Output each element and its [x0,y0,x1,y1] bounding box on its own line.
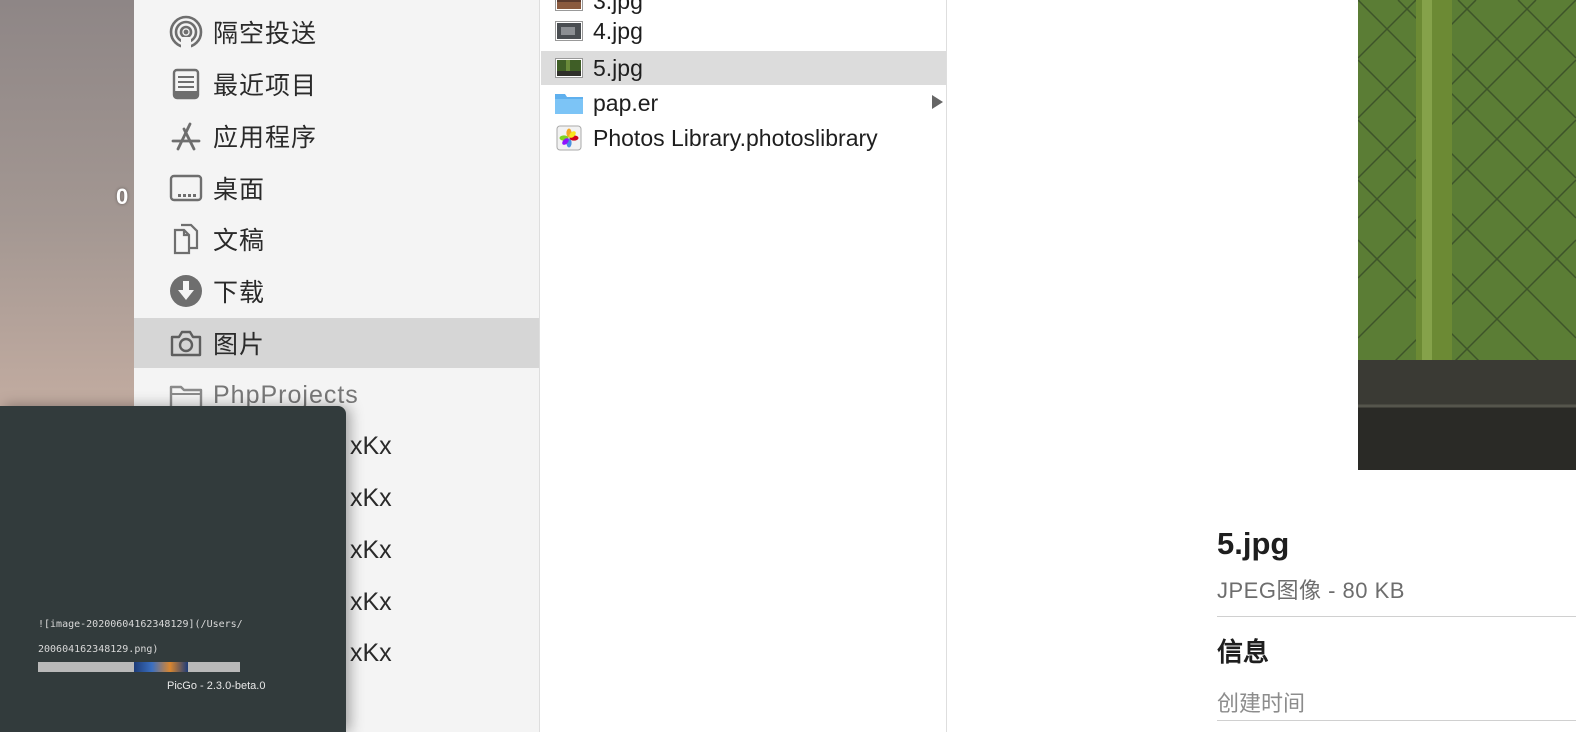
picgo-upload-popup[interactable]: ![image-20200604162348129](/Users/mrchen… [0,406,346,732]
divider [1217,616,1576,617]
image-preview [1358,0,1576,470]
sidebar-item-desktop[interactable]: 桌面 [134,163,539,213]
airdrop-icon [168,14,204,50]
divider [1217,720,1576,721]
sidebar-item-partial[interactable]: xKx [350,536,430,565]
file-row-4jpg[interactable]: 4.jpg [541,14,946,48]
sidebar-item-partial[interactable]: xKx [350,588,430,617]
sidebar-item-label: 最近项目 [213,72,318,100]
desktop-edge-label: 0 [116,184,129,209]
file-row-photos-library[interactable]: Photos Library.photoslibrary [541,121,946,155]
desktop-icon [168,170,204,206]
downloads-icon [168,273,204,309]
folder-icon [554,91,584,115]
file-list-column: 3.jpg 4.jpg 5.jpg pap.er Photos Library.… [541,0,947,732]
popup-caption: PicGo - 2.3.0-beta.0 [167,680,266,692]
sidebar-item-partial[interactable]: xKx [350,432,430,461]
sidebar-item-pictures[interactable]: 图片 [134,318,539,368]
sidebar-item-documents[interactable]: 文稿 [134,214,539,264]
jpg-thumbnail-icon [554,56,584,80]
documents-icon [168,221,204,257]
sidebar-item-label: 隔空投送 [213,20,318,48]
popup-markdown-line: ![image-20200604162348129](/Users/mrchen… [38,619,242,630]
recents-icon [168,66,204,102]
file-row-5jpg[interactable]: 5.jpg [541,51,946,85]
jpg-thumbnail-icon [554,19,584,43]
popup-markdown-line: 200604162348129.png) [38,644,159,655]
preview-filename: 5.jpg [1217,526,1290,561]
created-label: 创建时间 [1217,691,1306,716]
popup-image-strip [38,662,240,672]
sidebar-item-airdrop[interactable]: 隔空投送 [134,7,539,57]
sidebar-item-label: 文稿 [213,227,266,255]
preview-kind-size: JPEG图像 - 80 KB [1217,578,1405,603]
sidebar-item-partial[interactable]: xKx [350,484,430,513]
sidebar-item-partial[interactable]: xKx [350,639,430,668]
applications-icon [168,118,204,154]
camera-icon [168,325,204,361]
file-name: 3.jpg [593,0,643,14]
file-name: pap.er [593,89,659,116]
sidebar-item-recents[interactable]: 最近项目 [134,59,539,109]
sidebar-item-applications[interactable]: 应用程序 [134,111,539,161]
sidebar-item-label: 图片 [213,331,266,359]
sidebar-item-label: 桌面 [213,176,266,204]
file-name: 4.jpg [593,17,643,44]
file-name: Photos Library.photoslibrary [593,124,878,151]
sidebar-item-label: 下载 [213,279,266,307]
photos-library-icon [554,125,584,151]
sidebar-item-label: 应用程序 [213,124,318,152]
preview-pane: 5.jpg JPEG图像 - 80 KB 信息 创建时间 [948,0,1576,732]
file-row-paper[interactable]: pap.er [541,86,946,120]
sidebar-item-downloads[interactable]: 下载 [134,266,539,316]
file-name: 5.jpg [593,54,643,81]
jpg-thumbnail-icon [554,0,584,13]
info-section-title: 信息 [1217,637,1270,667]
disclosure-arrow-icon[interactable] [932,95,943,109]
